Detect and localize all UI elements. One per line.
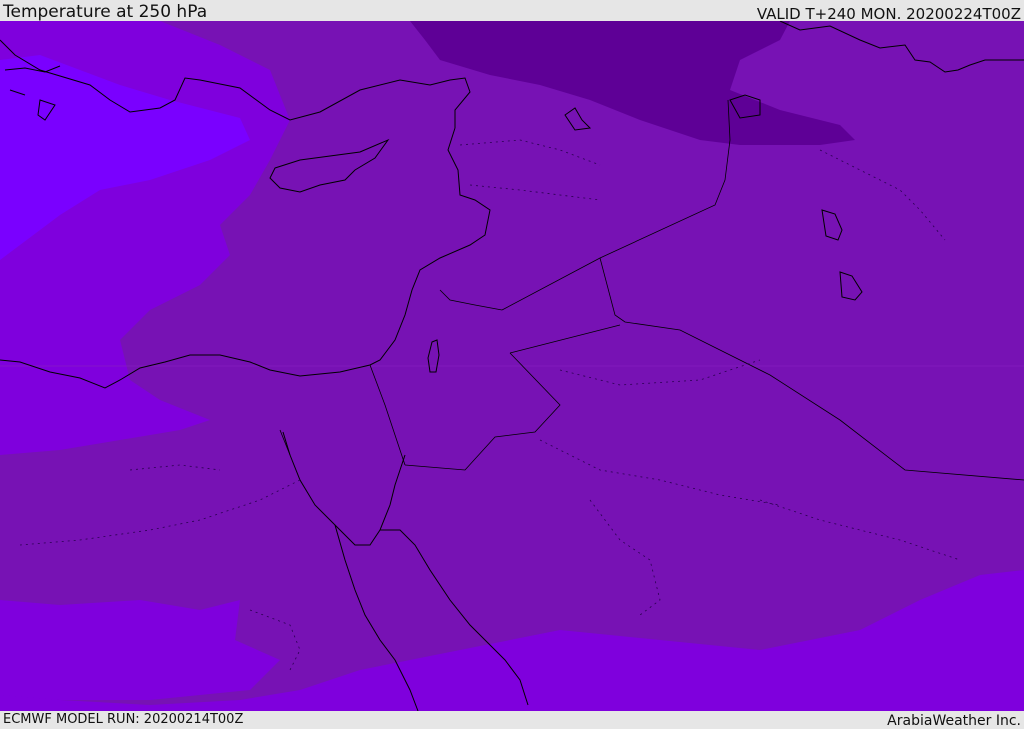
credit-label: ArabiaWeather Inc. <box>887 713 1021 729</box>
map-title: Temperature at 250 hPa <box>3 2 208 22</box>
weather-map[interactable] <box>0 21 1024 711</box>
model-run-label: ECMWF MODEL RUN: 20200214T00Z <box>3 712 244 727</box>
southern-warm-tongue <box>0 600 280 700</box>
